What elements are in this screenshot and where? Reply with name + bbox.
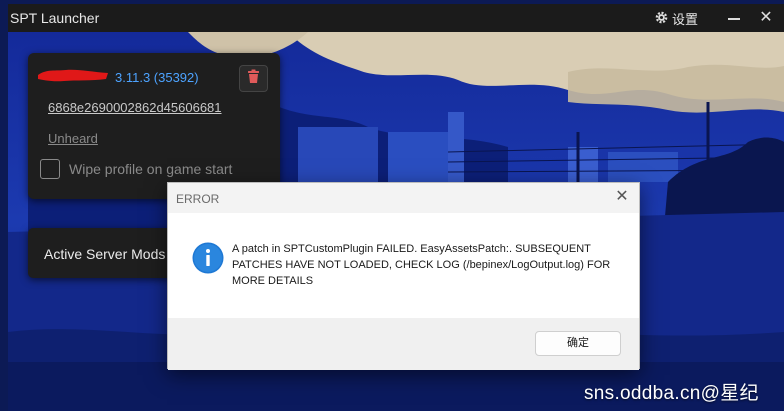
launcher-window: SPT Launcher 设置 ✕ 3.11.3 (35392) 6868e26… xyxy=(0,0,784,411)
redacted-username xyxy=(38,69,108,82)
active-server-mods-button[interactable]: Active Server Mods xyxy=(28,228,178,278)
ok-button[interactable]: 确定 xyxy=(535,331,621,356)
gear-icon xyxy=(654,10,669,28)
wipe-profile-label: Wipe profile on game start xyxy=(69,161,233,177)
title-bar: SPT Launcher 设置 ✕ xyxy=(8,4,784,32)
dialog-body: A patch in SPTCustomPlugin FAILED. EasyA… xyxy=(168,213,639,318)
trash-icon xyxy=(247,69,260,89)
app-title: SPT Launcher xyxy=(10,10,100,26)
minimize-button[interactable] xyxy=(722,9,746,27)
version-label: 3.11.3 (35392) xyxy=(115,70,199,85)
profile-id-link[interactable]: 6868e2690002862d45606681 xyxy=(48,100,222,115)
watermark: sns.oddba.cn@星纪 xyxy=(584,383,759,404)
dialog-title-bar: ERROR ✕ xyxy=(168,183,639,213)
settings-label: 设置 xyxy=(672,12,699,27)
window-close-button[interactable]: ✕ xyxy=(754,8,778,28)
delete-profile-button[interactable] xyxy=(239,65,268,92)
dialog-close-button[interactable]: ✕ xyxy=(613,188,631,206)
profile-card: 3.11.3 (35392) 6868e2690002862d45606681 … xyxy=(28,53,280,199)
error-dialog: ERROR ✕ A patch in SPTCustomPlugin FAILE… xyxy=(167,182,640,370)
edition-link[interactable]: Unheard xyxy=(48,131,98,146)
dialog-title: ERROR xyxy=(176,192,220,206)
wipe-profile-checkbox[interactable] xyxy=(40,159,60,179)
dialog-footer: 确定 xyxy=(168,318,639,370)
settings-button[interactable]: 设置 xyxy=(654,9,698,28)
active-server-mods-label: Active Server Mods xyxy=(44,246,166,262)
dialog-message: A patch in SPTCustomPlugin FAILED. EasyA… xyxy=(232,243,611,287)
wipe-profile-toggle[interactable]: Wipe profile on game start xyxy=(40,159,232,179)
